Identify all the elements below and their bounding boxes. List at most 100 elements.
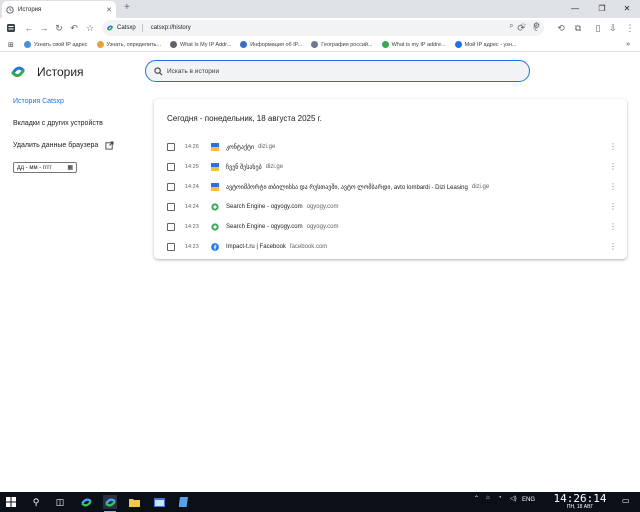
history-tab-icon: [6, 5, 14, 14]
notifications-icon[interactable]: ▭: [622, 496, 630, 505]
bookmark-item[interactable]: What is my IP addre...: [381, 41, 446, 48]
row-menu-icon[interactable]: ⋮: [609, 161, 617, 173]
zoom-search-icon[interactable]: ⌕: [509, 21, 513, 31]
row-menu-icon[interactable]: ⋮: [609, 241, 617, 253]
sync-icon[interactable]: ⟳: [514, 21, 528, 35]
site-chip[interactable]: Catsxp: [106, 24, 143, 32]
history-row[interactable]: 14:25 ჩვენ შესახებ dizi.ge ⋮: [167, 161, 617, 173]
url-text: catsxp://history: [150, 25, 191, 31]
search-icon: [154, 66, 163, 75]
wifi-icon[interactable]: ◔: [498, 495, 502, 501]
visit-time: 14:23: [185, 224, 199, 230]
undo-icon[interactable]: ↶: [67, 21, 81, 35]
entry-title[interactable]: Search Engine - ogyogy.com: [226, 204, 303, 210]
dark-mode-icon[interactable]: ☾: [530, 21, 544, 35]
entry-title[interactable]: Search Engine - ogyogy.com: [226, 224, 303, 230]
sidebar-item-catsxp-history[interactable]: История Catsxp: [13, 98, 64, 105]
row-checkbox[interactable]: [167, 183, 175, 191]
bookmark-icon: [381, 41, 389, 48]
clock-time: 14:26:14: [553, 492, 607, 505]
entry-domain: dizi.ge: [471, 184, 490, 190]
sidebar-toggle-icon[interactable]: ▯: [591, 21, 605, 35]
extensions-icon[interactable]: ⟲: [554, 21, 568, 35]
tab-history[interactable]: История ✕: [2, 1, 116, 18]
entry-title[interactable]: ჩვენ შესახებ: [226, 164, 262, 171]
catsxp-active-taskbar-icon[interactable]: [103, 495, 117, 512]
forward-icon[interactable]: →: [37, 21, 51, 35]
entry-title[interactable]: Impact-t.ru | Facebook: [226, 244, 286, 250]
row-checkbox[interactable]: [167, 143, 175, 151]
system-clock[interactable]: 14:26:14 ПН, 18 АВГ: [548, 493, 612, 510]
volume-icon[interactable]: ◁): [510, 495, 517, 502]
history-row[interactable]: 14:23 Impact-t.ru | Facebook facebook.co…: [167, 241, 617, 253]
history-date-heading: Сегодня - понедельник, 18 августа 2025 г…: [167, 114, 322, 123]
new-tab-button[interactable]: +: [124, 2, 130, 14]
calendar-icon[interactable]: ▦: [67, 164, 73, 171]
download-icon[interactable]: ⇩: [606, 21, 620, 35]
dizi-icon: [211, 183, 219, 191]
window-app-icon[interactable]: [152, 495, 166, 509]
window-close-button[interactable]: ✕: [614, 0, 640, 18]
bookmark-item[interactable]: Мой IP адрес - узн...: [454, 41, 516, 48]
apps-grid-icon[interactable]: ⊞: [8, 41, 14, 49]
taskbar: ⚲ ◫ ⌃ ⌂ ◔ ◁) ENG 14:26:14 ПН, 18 АВГ ▭: [0, 492, 640, 512]
bookmark-item[interactable]: География россий...: [311, 41, 373, 48]
history-row[interactable]: 14:23 Search Engine - ogyogy.com ogyogy.…: [167, 221, 617, 233]
history-row[interactable]: 14:26 კონტაქტი dizi.ge ⋮: [167, 141, 617, 153]
date-filter-input[interactable]: дд - мм - гггг ▦: [13, 162, 77, 173]
reload-icon[interactable]: ↻: [52, 21, 66, 35]
windows-start-icon[interactable]: [4, 495, 18, 509]
bookmark-item[interactable]: Информация об IP...: [240, 41, 302, 48]
tray-chevron-icon[interactable]: ⌃: [474, 495, 479, 502]
bookmark-item[interactable]: Узнать свой IP адрес: [23, 41, 88, 48]
search-icon[interactable]: ⚲: [29, 495, 43, 509]
row-checkbox[interactable]: [167, 243, 175, 251]
history-card: Сегодня - понедельник, 18 августа 2025 г…: [154, 99, 627, 259]
bookmarks-bar: ⊞ Узнать свой IP адрес Узнать, определит…: [0, 38, 640, 52]
row-menu-icon[interactable]: ⋮: [609, 201, 617, 213]
network-icon[interactable]: ⌂: [486, 495, 490, 501]
sidebar-item-clear-data[interactable]: Удалить данные браузера: [13, 141, 114, 150]
catsxp-logo-icon: [11, 66, 25, 78]
entry-title[interactable]: კონტაქტი: [226, 144, 254, 151]
history-row[interactable]: 14:24 Search Engine - ogyogy.com ogyogy.…: [167, 201, 617, 213]
date-placeholder: дд - мм - гггг: [17, 164, 52, 171]
more-menu-icon[interactable]: ⋮: [623, 21, 637, 35]
visit-time: 14:24: [185, 184, 199, 190]
bookmark-item[interactable]: Узнать, определить...: [96, 41, 161, 48]
catsxp-taskbar-icon[interactable]: [79, 495, 93, 509]
row-checkbox[interactable]: [167, 203, 175, 211]
back-icon[interactable]: ←: [22, 21, 36, 35]
sidebar-item-other-devices[interactable]: Вкладки с других устройств: [13, 120, 103, 127]
bookmark-icon: [454, 41, 462, 48]
more-bookmarks-icon[interactable]: »: [626, 41, 630, 48]
notes-app-icon[interactable]: [177, 495, 191, 509]
visit-time: 14:26: [185, 144, 199, 150]
row-checkbox[interactable]: [167, 163, 175, 171]
row-menu-icon[interactable]: ⋮: [609, 221, 617, 233]
tab-close-icon[interactable]: ✕: [106, 6, 112, 14]
file-explorer-icon[interactable]: [127, 495, 141, 509]
bookmark-star-icon[interactable]: ☆: [83, 21, 97, 35]
site-name: Catsxp: [117, 25, 136, 31]
task-view-icon[interactable]: ◫: [53, 495, 67, 509]
ogyogy-icon: [211, 223, 219, 231]
address-bar[interactable]: Catsxp catsxp://history ⌕ ☆ ⚙: [102, 20, 544, 36]
puzzle-icon[interactable]: ⧉: [571, 21, 585, 35]
minimize-button[interactable]: —: [562, 0, 588, 18]
row-menu-icon[interactable]: ⋮: [609, 141, 617, 153]
language-indicator[interactable]: ENG: [522, 497, 535, 503]
visit-time: 14:23: [185, 244, 199, 250]
row-checkbox[interactable]: [167, 223, 175, 231]
search-placeholder: Искать в истории: [167, 67, 220, 75]
external-link-icon: [105, 141, 114, 150]
maximize-button[interactable]: ❐: [589, 0, 615, 18]
entry-domain: dizi.ge: [265, 164, 284, 170]
entry-title[interactable]: ავტოიმპორტი თბილისსა და რუსთავში, ავტო ლ…: [226, 184, 468, 191]
history-search-input[interactable]: Искать в истории: [145, 60, 530, 82]
catsxp-logo-icon: [106, 25, 114, 31]
row-menu-icon[interactable]: ⋮: [609, 181, 617, 193]
menu-icon[interactable]: [4, 21, 18, 35]
bookmark-item[interactable]: What Is My IP Addr...: [170, 41, 231, 48]
history-row[interactable]: 14:24 ავტოიმპორტი თბილისსა და რუსთავში, …: [167, 181, 617, 193]
